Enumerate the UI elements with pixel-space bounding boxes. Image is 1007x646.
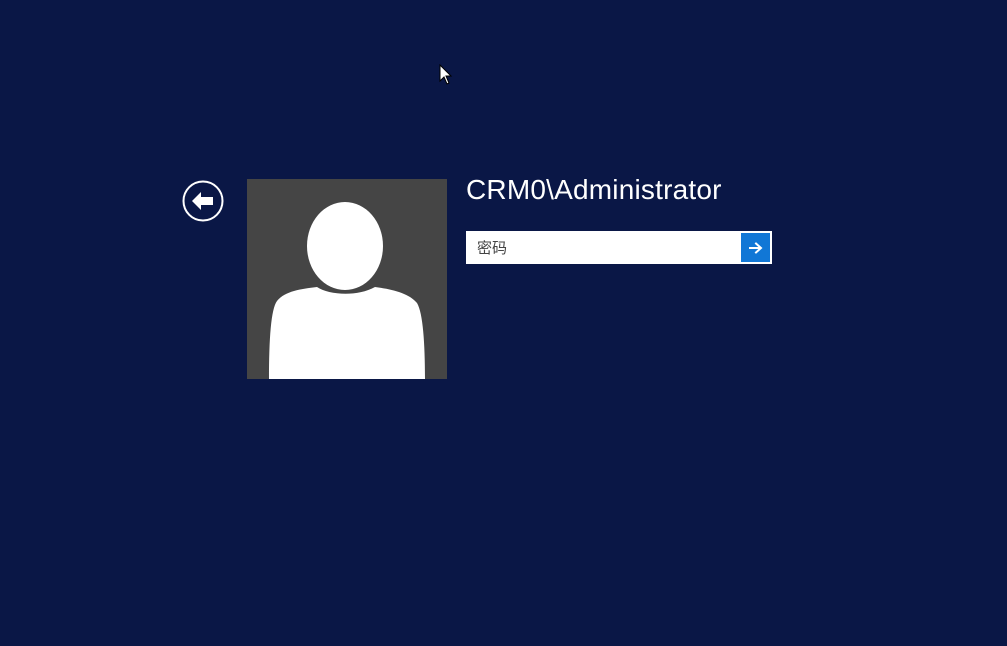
password-input[interactable] — [468, 233, 740, 262]
user-silhouette-icon — [269, 202, 425, 379]
user-avatar — [247, 179, 447, 379]
submit-button[interactable] — [741, 233, 770, 262]
password-field-container — [466, 231, 772, 264]
back-arrow-circle-icon — [182, 180, 224, 222]
mouse-pointer-icon — [439, 64, 453, 85]
lock-screen: CRM0\Administrator — [0, 0, 1007, 646]
arrow-right-icon — [748, 241, 762, 254]
user-name: CRM0\Administrator — [466, 174, 722, 205]
back-button[interactable] — [182, 180, 224, 222]
